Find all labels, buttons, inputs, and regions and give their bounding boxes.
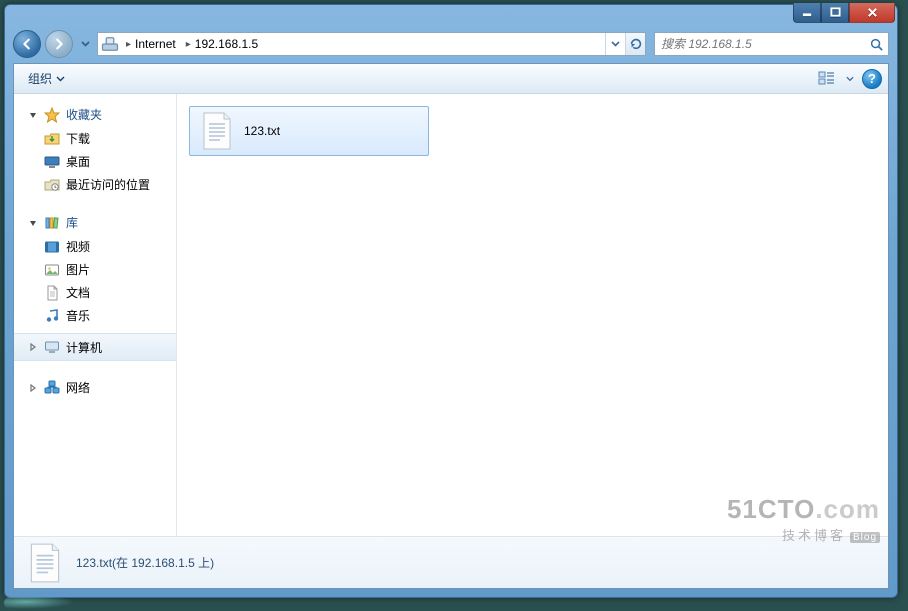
libraries-icon [44,215,60,231]
nav-item-pictures[interactable]: 图片 [14,258,176,281]
arrow-right-icon [52,37,66,51]
view-icon [818,70,836,88]
nav-item-label: 视频 [66,238,90,255]
command-bar: 组织 ? [14,64,888,94]
nav-item-network[interactable]: 网络 [14,375,176,400]
nav-item-label: 下载 [66,130,90,147]
back-button[interactable] [13,30,41,58]
text-file-icon [200,111,234,151]
chevron-right-icon: ▸ [186,39,191,50]
nav-item-recent[interactable]: 最近访问的位置 [14,173,176,196]
chevron-right-icon: ▸ [126,39,131,50]
help-icon: ? [868,71,876,86]
chevron-down-icon[interactable] [846,76,854,82]
arrow-left-icon [20,37,34,51]
search-input[interactable] [659,36,869,52]
titlebar[interactable] [5,5,897,27]
view-options-button[interactable] [816,68,838,90]
chevron-down-icon [56,76,65,82]
collapse-icon [28,110,38,120]
desktop-icon [44,154,60,170]
window-controls [793,3,895,23]
search-icon[interactable] [869,37,884,52]
computer-icon [44,339,60,355]
minimize-icon [802,7,813,18]
nav-group-favorites[interactable]: 收藏夹 [14,102,176,127]
nav-item-label: 桌面 [66,153,90,170]
nav-item-documents[interactable]: 文档 [14,281,176,304]
text-file-icon [26,541,64,585]
breadcrumb-segment[interactable]: ▸ 192.168.1.5 [182,33,264,55]
network-icon [44,380,60,396]
network-label: 网络 [66,379,90,396]
nav-item-videos[interactable]: 视频 [14,235,176,258]
explorer-window: ▸ Internet ▸ 192.168.1.5 组织 [4,4,898,598]
organize-label: 组织 [28,70,52,87]
favorites-label: 收藏夹 [66,106,102,123]
organize-menu[interactable]: 组织 [22,68,71,89]
maximize-button[interactable] [821,3,849,23]
address-bar[interactable]: ▸ Internet ▸ 192.168.1.5 [97,32,646,56]
nav-item-downloads[interactable]: 下载 [14,127,176,150]
search-box[interactable] [654,32,889,56]
refresh-button[interactable] [625,33,645,55]
close-button[interactable] [849,3,895,23]
maximize-icon [830,7,841,18]
breadcrumb-location: 192.168.1.5 [195,37,258,51]
picture-icon [44,262,60,278]
file-item[interactable]: 123.txt [189,106,429,156]
music-icon [44,308,60,324]
chevron-down-icon [611,41,620,47]
help-button[interactable]: ? [862,69,882,89]
document-icon [44,285,60,301]
expand-icon [28,383,38,393]
history-dropdown[interactable] [77,41,93,47]
download-folder-icon [44,131,60,147]
nav-item-label: 文档 [66,284,90,301]
expand-icon [28,342,38,352]
nav-item-label: 音乐 [66,307,90,324]
nav-item-label: 最近访问的位置 [66,176,150,193]
nav-item-music[interactable]: 音乐 [14,304,176,327]
star-icon [44,107,60,123]
explorer-body: 收藏夹 下载 桌面 最近访问的位置 [14,94,888,536]
breadcrumb-root: Internet [135,37,176,51]
minimize-button[interactable] [793,3,821,23]
forward-button[interactable] [45,30,73,58]
nav-item-desktop[interactable]: 桌面 [14,150,176,173]
breadcrumb-segment[interactable]: ▸ Internet [122,33,182,55]
libraries-label: 库 [66,214,78,231]
details-caption: 123.txt(在 192.168.1.5 上) [76,554,214,571]
file-name: 123.txt [244,124,280,138]
file-list-pane[interactable]: 123.txt [177,94,888,536]
details-pane: 123.txt(在 192.168.1.5 上) [14,536,888,588]
address-dropdown[interactable] [605,33,625,55]
location-icon [100,34,120,54]
nav-row: ▸ Internet ▸ 192.168.1.5 [5,27,897,61]
nav-group-libraries[interactable]: 库 [14,210,176,235]
computer-label: 计算机 [66,339,102,356]
video-icon [44,239,60,255]
chevron-down-icon [81,41,90,47]
recent-icon [44,177,60,193]
client-area: 组织 ? [13,63,889,589]
taskbar-fragment [4,597,74,609]
nav-item-label: 图片 [66,261,90,278]
close-icon [867,7,878,18]
refresh-icon [629,37,643,51]
collapse-icon [28,218,38,228]
nav-item-computer[interactable]: 计算机 [14,333,176,361]
navigation-pane[interactable]: 收藏夹 下载 桌面 最近访问的位置 [14,94,177,536]
